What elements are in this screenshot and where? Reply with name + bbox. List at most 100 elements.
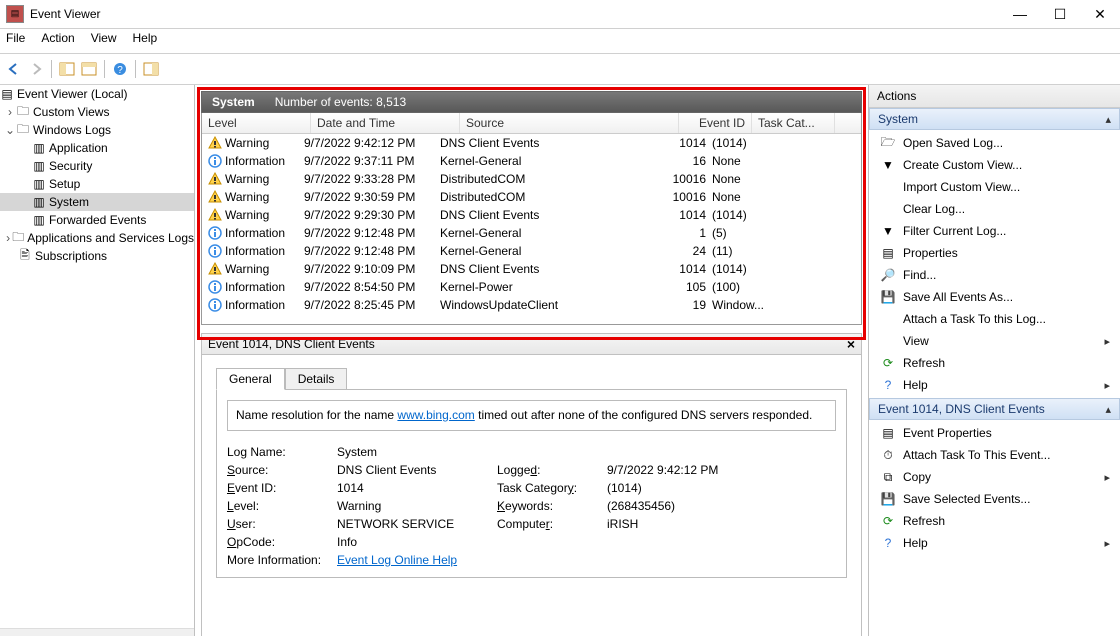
- col-event-id[interactable]: Event ID: [679, 113, 752, 133]
- minimize-button[interactable]: ―: [1000, 3, 1040, 25]
- cell-level: Warning: [225, 208, 269, 222]
- table-row[interactable]: Information9/7/2022 9:12:48 PMKernel-Gen…: [202, 242, 861, 260]
- log-header-bar: System Number of events: 8,513: [201, 91, 862, 113]
- horizontal-scrollbar[interactable]: [0, 628, 194, 636]
- action-event-properties[interactable]: ▤Event Properties: [869, 422, 1120, 444]
- help-icon: ?: [879, 377, 897, 393]
- actions-section-system[interactable]: System ▴: [869, 108, 1120, 130]
- table-row[interactable]: Warning9/7/2022 9:30:59 PMDistributedCOM…: [202, 188, 861, 206]
- cell-source: DistributedCOM: [440, 172, 646, 186]
- title-bar: ▤ Event Viewer ― ☐ ✕: [0, 0, 1120, 29]
- k-source: Source:: [227, 463, 337, 477]
- save-icon: 💾: [879, 491, 897, 507]
- cell-event-id: 10016: [646, 172, 706, 186]
- msg-link[interactable]: www.bing.com: [397, 408, 474, 422]
- tree-setup[interactable]: ▥ Setup: [0, 175, 194, 193]
- tree-windows-logs[interactable]: ⌄ 🗀 Windows Logs: [0, 121, 194, 139]
- tab-general[interactable]: General: [216, 368, 285, 390]
- tree-subscriptions[interactable]: 🖹 Subscriptions: [0, 247, 194, 265]
- collapse-icon[interactable]: ⌄: [4, 123, 16, 137]
- toolbar-properties-button[interactable]: [79, 59, 99, 79]
- grid-body[interactable]: Warning9/7/2022 9:42:12 PMDNS Client Eve…: [202, 134, 861, 324]
- tree-system[interactable]: ▥ System: [0, 193, 194, 211]
- tab-details[interactable]: Details: [285, 368, 348, 390]
- v-computer: iRISH: [607, 517, 787, 531]
- action-open-saved-log[interactable]: 🗁Open Saved Log...: [869, 132, 1120, 154]
- tree-root[interactable]: ▤ Event Viewer (Local): [0, 85, 194, 103]
- action-import-custom-view[interactable]: Import Custom View...: [869, 176, 1120, 198]
- action-refresh[interactable]: ⟳Refresh: [869, 352, 1120, 374]
- tree-system-label: System: [49, 195, 89, 209]
- cell-source: DNS Client Events: [440, 136, 646, 150]
- menu-file[interactable]: File: [6, 31, 25, 51]
- close-window-button[interactable]: ✕: [1080, 3, 1120, 25]
- information-icon: [208, 154, 222, 168]
- menu-action[interactable]: Action: [41, 31, 74, 51]
- action-save-selected[interactable]: 💾Save Selected Events...: [869, 488, 1120, 510]
- table-row[interactable]: Information9/7/2022 9:37:11 PMKernel-Gen…: [202, 152, 861, 170]
- table-row[interactable]: Information9/7/2022 9:12:48 PMKernel-Gen…: [202, 224, 861, 242]
- col-task-cat[interactable]: Task Cat...: [752, 113, 835, 133]
- tree-apps-services[interactable]: › 🗀 Applications and Services Logs: [0, 229, 194, 247]
- action-view-submenu[interactable]: View▸: [869, 330, 1120, 352]
- tree-application-label: Application: [49, 141, 108, 155]
- action-help-event[interactable]: ?Help▸: [869, 532, 1120, 554]
- cell-source: DNS Client Events: [440, 262, 646, 276]
- tree-custom-views[interactable]: › 🗀 Custom Views: [0, 103, 194, 121]
- actions-section-event[interactable]: Event 1014, DNS Client Events ▴: [869, 398, 1120, 420]
- open-icon: 🗁: [879, 135, 897, 151]
- table-row[interactable]: Warning9/7/2022 9:42:12 PMDNS Client Eve…: [202, 134, 861, 152]
- log-title: System: [212, 95, 255, 109]
- cell-level: Information: [225, 298, 285, 312]
- cell-date: 9/7/2022 9:37:11 PM: [304, 154, 440, 168]
- maximize-button[interactable]: ☐: [1040, 3, 1080, 25]
- action-clear-log[interactable]: Clear Log...: [869, 198, 1120, 220]
- tree-application[interactable]: ▥ Application: [0, 139, 194, 157]
- action-copy[interactable]: ⧉Copy▸: [869, 466, 1120, 488]
- forward-button[interactable]: [26, 59, 46, 79]
- table-row[interactable]: Warning9/7/2022 9:10:09 PMDNS Client Eve…: [202, 260, 861, 278]
- detail-scroll[interactable]: General Details Name resolution for the …: [202, 355, 861, 636]
- table-row[interactable]: Warning9/7/2022 9:29:30 PMDNS Client Eve…: [202, 206, 861, 224]
- tree-security[interactable]: ▥ Security: [0, 157, 194, 175]
- action-attach-task-log[interactable]: Attach a Task To this Log...: [869, 308, 1120, 330]
- menu-bar: File Action View Help: [0, 29, 1120, 54]
- k-user: User:: [227, 517, 337, 531]
- cell-level: Information: [225, 226, 285, 240]
- col-date[interactable]: Date and Time: [311, 113, 460, 133]
- svg-text:?: ?: [117, 65, 123, 76]
- expand-icon[interactable]: ›: [4, 105, 16, 119]
- table-row[interactable]: Information9/7/2022 8:25:45 PMWindowsUpd…: [202, 296, 861, 314]
- action-find[interactable]: 🔎Find...: [869, 264, 1120, 286]
- toolbar-panel-button[interactable]: [141, 59, 161, 79]
- action-label: Help: [903, 378, 928, 392]
- cell-date: 9/7/2022 9:12:48 PM: [304, 226, 440, 240]
- collapse-icon[interactable]: ▴: [1105, 113, 1111, 126]
- table-row[interactable]: Information9/7/2022 8:54:50 PMKernel-Pow…: [202, 278, 861, 296]
- toolbar-show-tree-button[interactable]: [57, 59, 77, 79]
- online-help-link[interactable]: Event Log Online Help: [337, 553, 457, 567]
- action-label: Clear Log...: [903, 202, 965, 216]
- action-filter-log[interactable]: ▼Filter Current Log...: [869, 220, 1120, 242]
- action-create-custom-view[interactable]: ▼Create Custom View...: [869, 154, 1120, 176]
- v-eventid: 1014: [337, 481, 497, 495]
- collapse-icon[interactable]: ▴: [1105, 403, 1111, 416]
- action-refresh-event[interactable]: ⟳Refresh: [869, 510, 1120, 532]
- cell-task-cat: (1014): [706, 136, 782, 150]
- table-row[interactable]: Warning9/7/2022 9:33:28 PMDistributedCOM…: [202, 170, 861, 188]
- folder-icon: 🗀: [16, 105, 30, 119]
- menu-view[interactable]: View: [91, 31, 117, 51]
- close-icon[interactable]: ×: [847, 336, 855, 352]
- action-help[interactable]: ?Help▸: [869, 374, 1120, 396]
- action-attach-task-event[interactable]: ⏱Attach Task To This Event...: [869, 444, 1120, 466]
- col-level[interactable]: Level: [202, 113, 311, 133]
- action-properties[interactable]: ▤Properties: [869, 242, 1120, 264]
- action-save-all[interactable]: 💾Save All Events As...: [869, 286, 1120, 308]
- tree-forwarded[interactable]: ▥ Forwarded Events: [0, 211, 194, 229]
- toolbar-help-button[interactable]: ?: [110, 59, 130, 79]
- back-button[interactable]: [4, 59, 24, 79]
- expand-icon[interactable]: ›: [4, 231, 12, 245]
- tree-setup-label: Setup: [49, 177, 80, 191]
- menu-help[interactable]: Help: [133, 31, 158, 51]
- col-source[interactable]: Source: [460, 113, 679, 133]
